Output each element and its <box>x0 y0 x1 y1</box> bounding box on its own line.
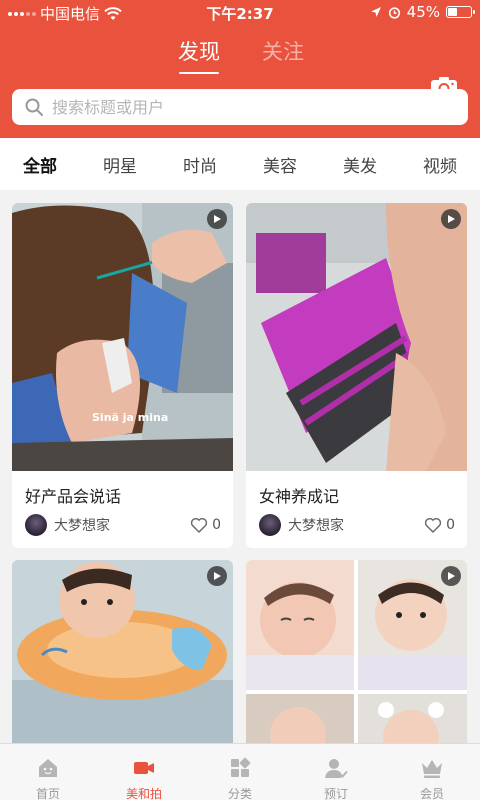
feed-card[interactable] <box>12 560 233 743</box>
feed-card[interactable]: 女神养成记 大梦想家 0 <box>246 203 467 548</box>
app-header: 中国电信 下午2:37 45% 发现 关注 <box>0 0 480 138</box>
play-icon <box>448 215 455 223</box>
category-tabs: 全部 明星 时尚 美容 美发 视频 <box>0 138 480 190</box>
nav-category[interactable]: 分类 <box>192 744 288 800</box>
category-all[interactable]: 全部 <box>10 152 70 177</box>
card-meta: 大梦想家 0 <box>25 513 221 537</box>
category-video[interactable]: 视频 <box>410 152 470 177</box>
top-tabs: 发现 关注 <box>0 36 480 97</box>
search-input[interactable] <box>52 97 468 117</box>
card-title: 好产品会说话 <box>25 487 122 506</box>
like-button[interactable]: 0 <box>424 517 455 533</box>
battery-percent: 45% <box>406 3 440 21</box>
heart-icon <box>424 517 442 533</box>
like-button[interactable]: 0 <box>190 517 221 533</box>
nav-label: 美和拍 <box>125 787 162 800</box>
video-camera-icon <box>134 762 154 774</box>
nav-label: 会员 <box>419 787 444 800</box>
like-count: 0 <box>212 517 221 533</box>
like-count: 0 <box>446 517 455 533</box>
battery-icon <box>446 6 475 18</box>
video-badge <box>207 209 227 229</box>
search-icon <box>25 98 43 116</box>
category-stars[interactable]: 明星 <box>90 152 150 177</box>
alarm-icon <box>388 6 400 19</box>
video-badge <box>441 209 461 229</box>
nav-label: 首页 <box>35 787 60 800</box>
feed-card[interactable] <box>246 560 467 743</box>
video-caption: Sinä ja mina <box>92 411 169 424</box>
tab-discover[interactable]: 发现 <box>175 36 223 66</box>
video-thumbnail[interactable]: Sinä ja mina <box>12 203 233 471</box>
bottom-nav: 首页 美和拍 分类 预订 会员 <box>0 743 480 800</box>
grid-icon <box>231 757 251 777</box>
video-thumbnail[interactable] <box>246 203 467 471</box>
nav-home[interactable]: 首页 <box>0 744 96 800</box>
play-icon <box>214 215 221 223</box>
feed-card[interactable]: Sinä ja mina 好产品会说话 大梦想家 0 <box>12 203 233 548</box>
tab-following[interactable]: 关注 <box>259 36 307 66</box>
card-title: 女神养成记 <box>259 487 340 506</box>
nav-member[interactable]: 会员 <box>384 744 480 800</box>
video-badge <box>207 566 227 586</box>
category-fashion[interactable]: 时尚 <box>170 152 230 177</box>
play-icon <box>214 572 221 580</box>
play-icon <box>448 572 455 580</box>
category-hair[interactable]: 美发 <box>330 152 390 177</box>
baby-collage-photo <box>246 560 467 743</box>
haircut-photo <box>12 203 233 471</box>
user-check-icon <box>325 759 348 778</box>
avatar[interactable] <box>259 514 281 536</box>
video-thumbnail[interactable] <box>12 560 233 743</box>
video-badge <box>441 566 461 586</box>
crown-icon <box>422 760 442 778</box>
status-bar: 中国电信 下午2:37 45% <box>0 0 480 26</box>
active-tab-indicator <box>179 72 219 74</box>
nav-label: 预订 <box>323 787 348 800</box>
avatar[interactable] <box>25 514 47 536</box>
hair-brush-photo <box>246 203 467 471</box>
search-bar[interactable] <box>12 89 468 125</box>
nav-label: 分类 <box>227 787 252 800</box>
card-meta: 大梦想家 0 <box>259 513 455 537</box>
status-right: 45% <box>370 3 475 21</box>
nav-booking[interactable]: 预订 <box>288 744 384 800</box>
content-feed: Sinä ja mina 好产品会说话 大梦想家 0 女神养成记 大梦想家 0 <box>0 190 480 743</box>
heart-icon <box>190 517 208 533</box>
location-arrow-icon <box>370 7 381 17</box>
author-name[interactable]: 大梦想家 <box>54 515 110 535</box>
video-thumbnail[interactable] <box>246 560 467 743</box>
home-icon <box>39 759 57 777</box>
category-beauty[interactable]: 美容 <box>250 152 310 177</box>
nav-meihepai[interactable]: 美和拍 <box>96 744 192 800</box>
baby-swim-photo <box>12 560 233 743</box>
author-name[interactable]: 大梦想家 <box>288 515 344 535</box>
